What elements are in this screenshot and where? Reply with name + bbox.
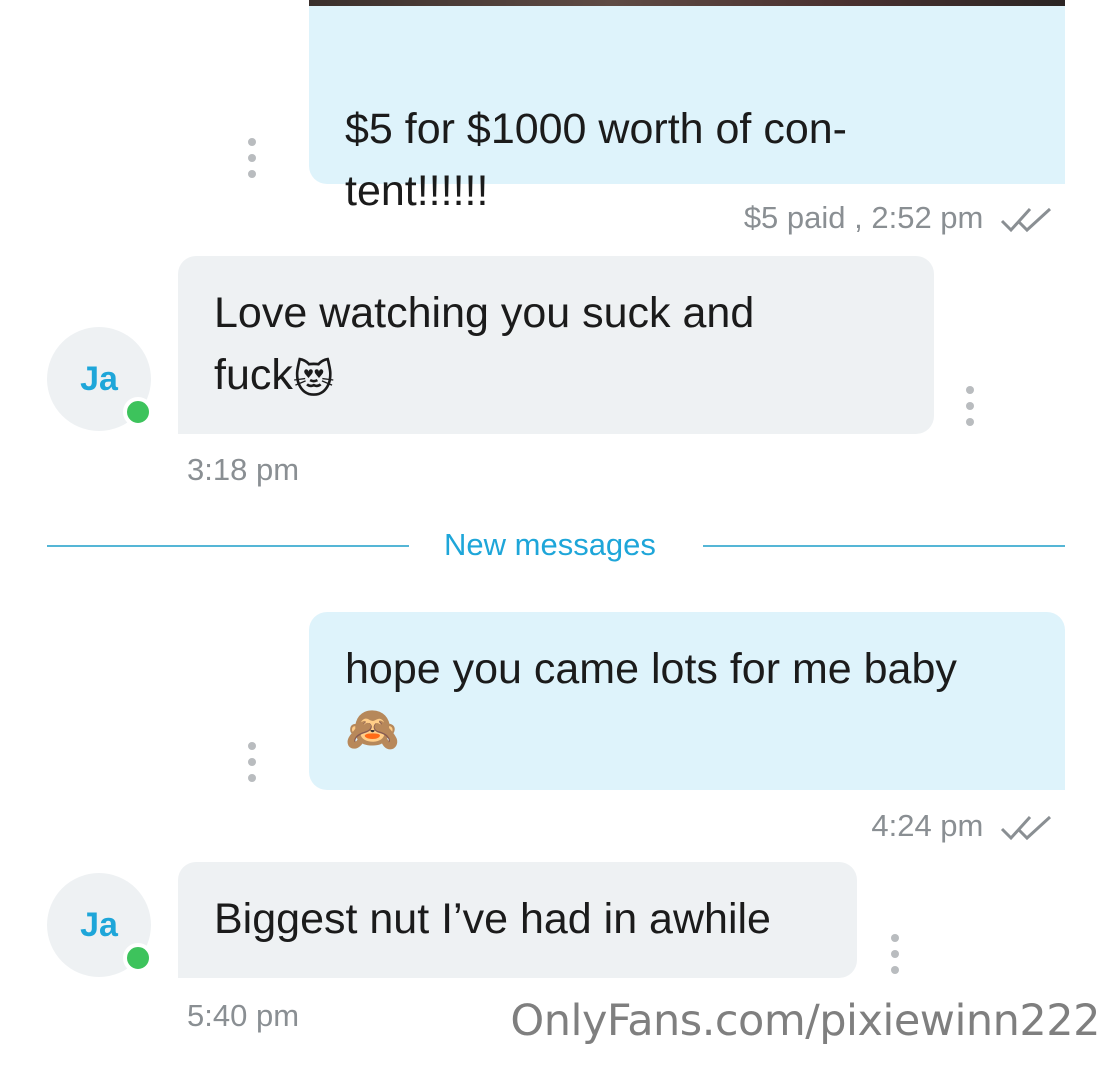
online-status-dot (123, 943, 153, 973)
divider-line-right (703, 545, 1065, 547)
message-meta: 4:24 pm (871, 808, 1054, 844)
read-double-check-icon (1000, 815, 1052, 840)
message-options-icon[interactable] (242, 742, 262, 782)
avatar-initials: Ja (80, 359, 118, 398)
new-messages-divider-label: New messages (444, 527, 656, 562)
message-options-icon[interactable] (960, 386, 980, 426)
message-text: Biggest nut I’ve had in awhile (214, 895, 771, 943)
divider-line-left (47, 545, 409, 547)
heart-eyes-cat-emoji: 😻 (292, 358, 335, 402)
message-options-icon[interactable] (885, 934, 905, 974)
message-text: hope you came lots for me baby (345, 645, 957, 693)
message-text: $5 for $1000 worth of con- tent!!!!!! (345, 105, 847, 215)
avatar[interactable]: Ja (47, 327, 153, 431)
outgoing-message-bubble[interactable]: $5 for $1000 worth of con- tent!!!!!! (309, 6, 1065, 215)
paid-status-time: $5 paid , 2:52 pm (743, 200, 984, 235)
message-time: 4:24 pm (871, 808, 984, 843)
incoming-message-bubble[interactable]: Biggest nut I’ve had in awhile (178, 862, 857, 978)
see-no-evil-monkey-emoji: 🙈 (345, 705, 400, 754)
online-status-dot (123, 397, 153, 427)
message-time: 5:40 pm (187, 998, 300, 1033)
message-time: 3:18 pm (187, 452, 300, 487)
avatar-initials: Ja (80, 905, 118, 944)
read-double-check-icon (1000, 207, 1052, 232)
avatar[interactable]: Ja (47, 873, 153, 977)
message-options-icon[interactable] (242, 138, 262, 178)
watermark: OnlyFans.com/pixiewinn222 (510, 996, 1100, 1046)
outgoing-message-bubble[interactable]: hope you came lots for me baby 🙈 (309, 612, 1065, 790)
incoming-message-bubble[interactable]: Love watching you suck and fuck😻 (178, 256, 934, 434)
message-meta: $5 paid , 2:52 pm (744, 200, 1054, 236)
